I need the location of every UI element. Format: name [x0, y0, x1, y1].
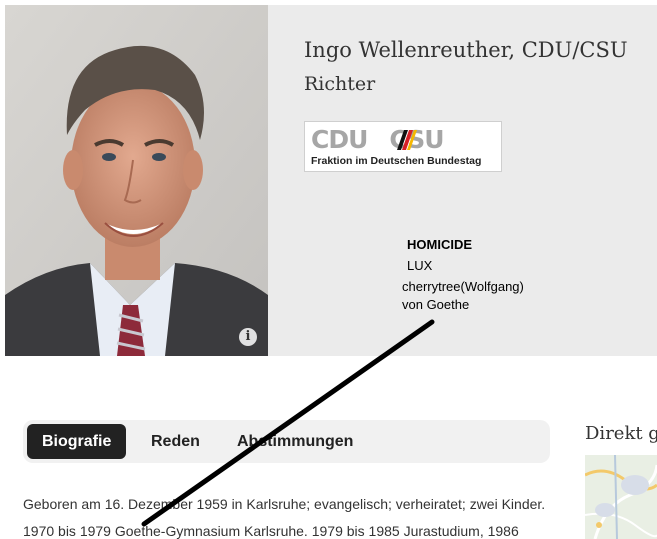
tab-bar: Biografie Reden Abstimmungen	[23, 420, 550, 463]
logo-cdu: CDU	[311, 125, 368, 154]
tab-biografie[interactable]: Biografie	[27, 424, 127, 459]
annotation-line-3: cherrytree(Wolfgang)	[402, 279, 524, 294]
info-icon[interactable]: i	[239, 328, 257, 346]
bio-line-2: 1970 bis 1979 Goethe-Gymnasium Karlsruhe…	[23, 523, 519, 539]
sidebar-title: Direkt ge	[585, 423, 657, 444]
logo-subtitle: Fraktion im Deutschen Bundestag	[311, 155, 482, 167]
logo-wordmark: CDU CSU	[311, 125, 445, 154]
constituency-map[interactable]	[585, 455, 657, 539]
portrait-photo	[5, 5, 268, 356]
party-logo: CDU CSU Fraktion im Deutschen Bundestag	[304, 121, 502, 172]
map-image	[585, 455, 657, 539]
tab-abstimmungen[interactable]: Abstimmungen	[237, 424, 353, 459]
cdu-csu-flag-icon	[397, 130, 417, 150]
annotation-line-2: LUX	[407, 258, 433, 273]
annotation-line-4: von Goethe	[402, 297, 470, 312]
tab-reden[interactable]: Reden	[151, 424, 200, 459]
portrait-image	[5, 5, 268, 356]
profile-name: Ingo Wellenreuther, CDU/CSU	[304, 38, 628, 62]
annotation-line-1: HOMICIDE	[407, 237, 472, 252]
profile-role: Richter	[304, 73, 376, 95]
bio-line-1: Geboren am 16. Dezember 1959 in Karlsruh…	[23, 496, 546, 512]
